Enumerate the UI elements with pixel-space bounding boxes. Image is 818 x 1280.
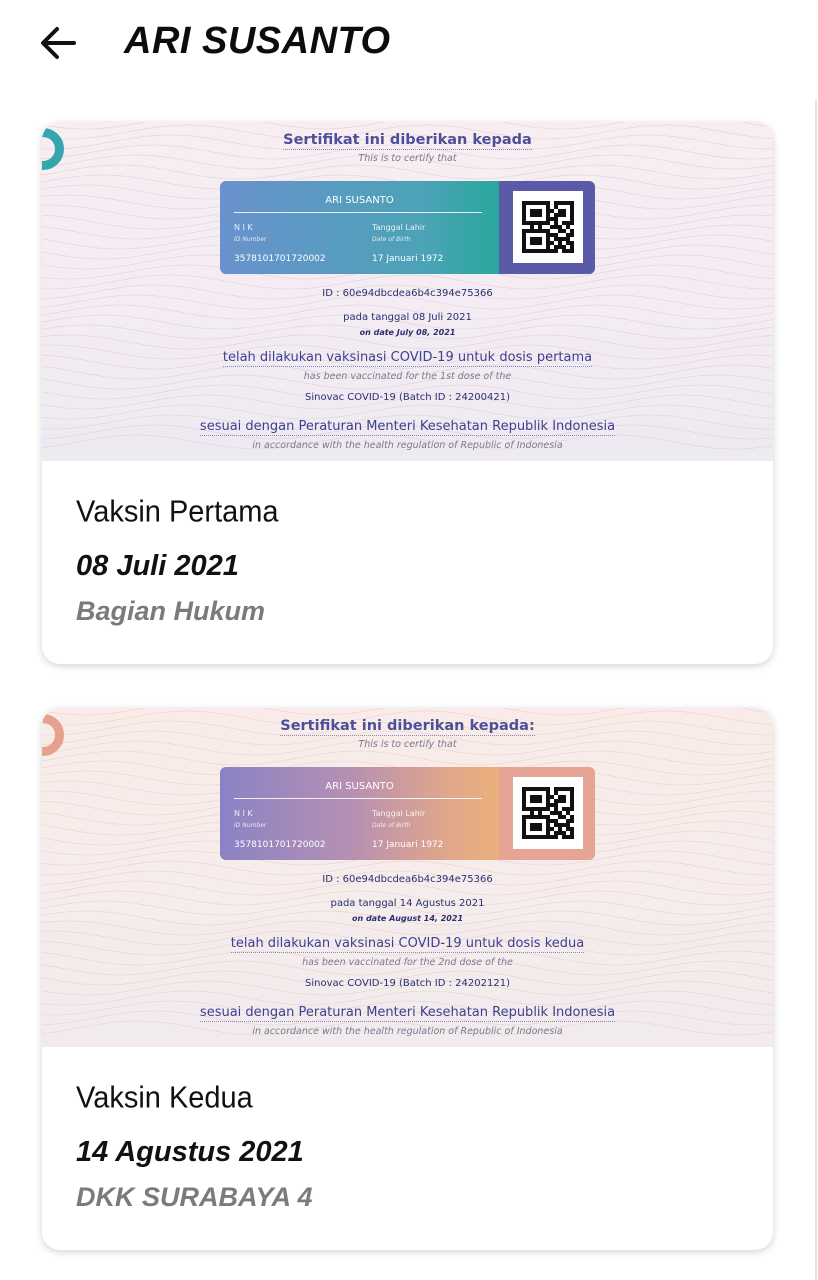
dose-date: 14 Agustus 2021 (76, 1136, 304, 1169)
regulation-statement-en: in accordance with the health regulation… (252, 440, 563, 451)
arrow-left-icon (41, 27, 76, 59)
divider (234, 212, 482, 213)
id-card: ARI SUSANTO N I K ID Number 357810170172… (220, 767, 595, 860)
vaccination-date-line-en: on date July 08, 2021 (359, 328, 456, 337)
dose-location: Bagian Hukum (76, 596, 265, 627)
vaccination-date-line: pada tanggal 08 Juli 2021 (343, 312, 472, 323)
dob-label-en: Date of Birth (372, 236, 411, 243)
certificate-id: ID : 60e94dbcdea6b4c394e75366 (322, 288, 493, 299)
dob-label-en: Date of Birth (372, 822, 411, 829)
dose-date: 08 Juli 2021 (76, 550, 239, 583)
vaccination-statement-en: has been vaccinated for the 1st dose of … (303, 371, 512, 382)
back-button[interactable] (38, 22, 80, 64)
nik-value: 3578101701720002 (234, 840, 326, 850)
nik-label-en: ID Number (234, 822, 267, 829)
vaccination-statement-en: has been vaccinated for the 2nd dose of … (302, 957, 513, 968)
vaccine-batch: Sinovac COVID-19 (Batch ID : 24202121) (305, 978, 510, 989)
regulation-statement: sesuai dengan Peraturan Menteri Kesehata… (199, 419, 616, 436)
qr-code-icon (522, 201, 574, 253)
nik-value: 3578101701720002 (234, 254, 326, 264)
vaccine-card-second[interactable]: Sertifikat ini diberikan kepada: This is… (42, 708, 773, 1250)
page-title: ARI SUSANTO (124, 20, 391, 62)
dose-date-text: 14 Agustus 2021 (76, 1136, 304, 1168)
scrollbar-track (815, 100, 817, 1280)
qr-panel (499, 767, 595, 860)
vaccination-statement: telah dilakukan vaksinasi COVID-19 untuk… (230, 936, 585, 953)
vaccination-date-line: pada tanggal 14 Agustus 2021 (330, 898, 485, 909)
regulation-statement-en: in accordance with the health regulation… (252, 1026, 563, 1037)
dob-value: 17 Januari 1972 (372, 254, 444, 264)
app-header: ARI SUSANTO (0, 0, 818, 84)
dose-title: Vaksin Kedua (76, 1081, 253, 1115)
dose-date-text: 08 Juli 2021 (76, 550, 239, 582)
dose-location-text: DKK SURABAYA 4 (76, 1182, 313, 1212)
vaccination-statement: telah dilakukan vaksinasi COVID-19 untuk… (222, 350, 593, 367)
vaccination-date-line-en: on date August 14, 2021 (351, 914, 464, 923)
dob-value: 17 Januari 1972 (372, 840, 444, 850)
nik-label: N I K (234, 223, 253, 232)
vaccine-card-first[interactable]: Sertifikat ini diberikan kepada This is … (42, 122, 773, 664)
qr-panel (499, 181, 595, 274)
dob-label: Tanggal Lahir (372, 223, 426, 232)
qr-code (513, 191, 583, 263)
holder-name: ARI SUSANTO (325, 781, 394, 792)
certificate-id: ID : 60e94dbcdea6b4c394e75366 (322, 874, 493, 885)
dose-location-text: Bagian Hukum (76, 596, 266, 626)
nik-label: N I K (234, 809, 253, 818)
dose-title-text: Vaksin Kedua (76, 1081, 253, 1115)
holder-name: ARI SUSANTO (325, 195, 394, 206)
dose-title: Vaksin Pertama (76, 495, 279, 529)
certificate-heading: Sertifikat ini diberikan kepada (283, 132, 532, 150)
regulation-statement: sesuai dengan Peraturan Menteri Kesehata… (199, 1005, 616, 1022)
divider (234, 798, 482, 799)
certificate-heading: Sertifikat ini diberikan kepada: (280, 718, 535, 736)
certificate-heading-en: This is to certify that (358, 739, 457, 750)
qr-code (513, 777, 583, 849)
certificate-preview: Sertifikat ini diberikan kepada This is … (42, 122, 773, 461)
dob-label: Tanggal Lahir (372, 809, 426, 818)
certificate-preview: Sertifikat ini diberikan kepada: This is… (42, 708, 773, 1047)
nik-label-en: ID Number (234, 236, 267, 243)
dose-location: DKK SURABAYA 4 (76, 1182, 313, 1213)
certificate-heading-en: This is to certify that (358, 153, 457, 164)
vaccine-batch: Sinovac COVID-19 (Batch ID : 24200421) (305, 392, 510, 403)
id-card: ARI SUSANTO N I K ID Number 357810170172… (220, 181, 595, 274)
qr-code-icon (522, 787, 574, 839)
dose-title-text: Vaksin Pertama (76, 495, 279, 529)
